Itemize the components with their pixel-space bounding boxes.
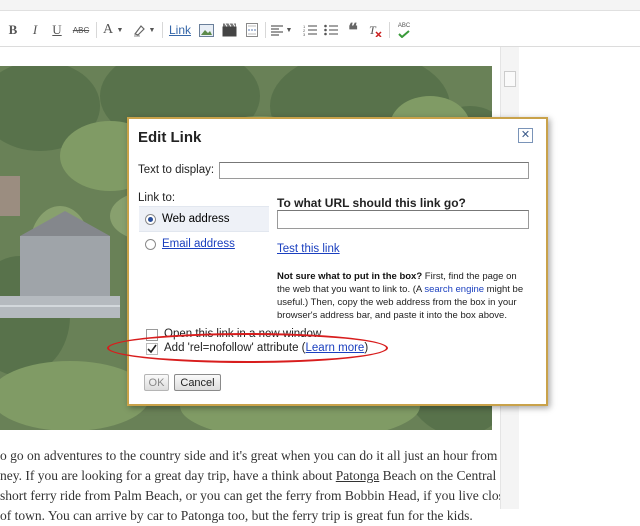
search-engine-link[interactable]: search engine <box>424 284 484 295</box>
help-text: Not sure what to put in the box? First, … <box>277 270 529 322</box>
bold-button[interactable]: B <box>6 20 20 40</box>
option-email-address-label[interactable]: Email address <box>162 238 235 250</box>
option-web-address[interactable]: Web address <box>139 206 269 232</box>
dialog-title: Edit Link <box>138 129 202 146</box>
toolbar-separator <box>162 22 163 38</box>
align-icon[interactable] <box>270 20 284 40</box>
underline-button[interactable]: U <box>50 20 64 40</box>
strikethrough-button[interactable]: ABC <box>71 20 91 40</box>
option-web-address-label: Web address <box>162 213 230 225</box>
body-line: ney. If you are looking for a great day … <box>0 466 500 486</box>
edit-link-dialog: Edit Link ✕ Text to display: Link to: We… <box>127 117 548 406</box>
quote-icon[interactable]: ❝ <box>345 20 361 40</box>
url-input[interactable] <box>277 210 529 229</box>
link-to-label: Link to: <box>138 192 176 204</box>
text-to-display-input[interactable] <box>219 162 529 179</box>
test-link[interactable]: Test this link <box>277 243 340 255</box>
font-color-button[interactable]: A <box>100 20 116 40</box>
toolbar-separator <box>96 22 97 38</box>
highlight-color-icon[interactable] <box>131 20 147 40</box>
option-email-address[interactable]: Email address <box>139 232 269 256</box>
numbered-list-icon[interactable]: 123 <box>302 20 318 40</box>
remove-formatting-icon[interactable]: T <box>367 20 383 40</box>
body-line: of town. You can arrive by car to Patong… <box>0 508 473 523</box>
toolbar-top-strip <box>0 0 640 11</box>
body-line: o go on adventures to the country side a… <box>0 448 498 463</box>
highlight-dropdown-icon[interactable]: ▼ <box>148 20 156 40</box>
toolbar-separator <box>389 22 390 38</box>
ok-button[interactable]: OK <box>144 374 169 391</box>
text-to-display-label: Text to display: <box>138 164 215 176</box>
editor-toolbar: B I U ABC A ▼ ▼ Link ▼ 123 ❝ T ABC <box>0 0 640 47</box>
body-text-fragment: Beach on the Central <box>379 468 497 483</box>
spellcheck-button[interactable]: ABC <box>394 20 414 40</box>
post-body-text[interactable]: o go on adventures to the country side a… <box>0 446 500 526</box>
radio-email-address[interactable] <box>145 238 156 250</box>
link-to-options: Web address Email address <box>139 206 269 258</box>
close-icon[interactable]: ✕ <box>518 128 533 143</box>
radio-web-address[interactable] <box>145 213 156 225</box>
svg-text:T: T <box>369 23 377 37</box>
cancel-button[interactable]: Cancel <box>174 374 221 391</box>
body-line: short ferry ride from Palm Beach, or you… <box>0 488 500 503</box>
jump-break-icon[interactable] <box>243 20 261 40</box>
annotation-ellipse <box>107 333 388 363</box>
insert-image-icon[interactable] <box>197 20 215 40</box>
svg-text:3: 3 <box>303 32 306 36</box>
italic-button[interactable]: I <box>28 20 42 40</box>
scroll-thumb[interactable] <box>504 71 516 87</box>
body-text-fragment: ney. If you are looking for a great day … <box>0 468 336 483</box>
help-bold: Not sure what to put in the box? <box>277 271 423 282</box>
spellcheck-check-icon <box>398 29 410 38</box>
patonga-link[interactable]: Patonga <box>336 468 380 483</box>
spellcheck-label: ABC <box>397 22 411 29</box>
insert-video-icon[interactable] <box>220 20 238 40</box>
font-color-dropdown-icon[interactable]: ▼ <box>116 20 124 40</box>
align-dropdown-icon[interactable]: ▼ <box>285 20 293 40</box>
bullet-list-icon[interactable] <box>323 20 339 40</box>
link-button[interactable]: Link <box>168 20 192 40</box>
url-question: To what URL should this link go? <box>277 196 466 210</box>
toolbar-separator <box>265 22 266 38</box>
